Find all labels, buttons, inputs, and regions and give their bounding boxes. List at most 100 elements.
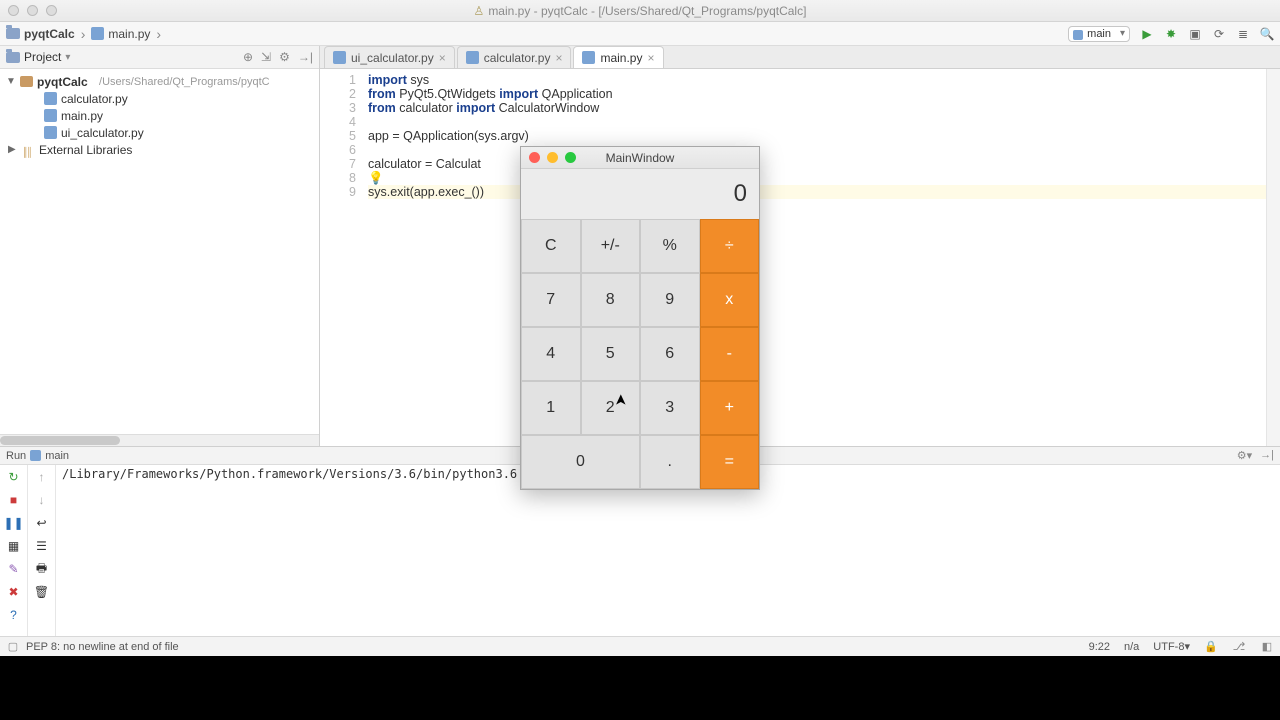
- chevron-right-icon: [79, 26, 88, 42]
- breadcrumb-file[interactable]: main.py: [91, 27, 150, 41]
- digit-2-button[interactable]: 2: [581, 381, 641, 435]
- coverage-icon[interactable]: ▣: [1188, 27, 1202, 41]
- pause-icon[interactable]: ❚❚: [6, 515, 22, 531]
- structure-icon[interactable]: ≣: [1236, 27, 1250, 41]
- python-file-icon: [333, 51, 346, 64]
- code-editor[interactable]: 1 2 3 4 5 6 7 8 9 import sys from PyQt5.…: [320, 69, 1280, 446]
- calc-titlebar[interactable]: MainWindow: [521, 147, 759, 169]
- tree-file[interactable]: ui_calculator.py: [0, 124, 319, 141]
- calc-display: 0: [521, 169, 759, 219]
- cursor-position[interactable]: 9:22: [1089, 641, 1110, 653]
- run-actions-left: ↻ ■ ❚❚ ▦ ✎ ✖ ?: [0, 465, 28, 636]
- project-tree[interactable]: ▼ pyqtCalc /Users/Shared/Qt_Programs/pyq…: [0, 69, 319, 434]
- project-folder-icon: [20, 76, 33, 87]
- encoding-select[interactable]: UTF-8▾: [1153, 640, 1190, 653]
- code-content[interactable]: import sys from PyQt5.QtWidgets import Q…: [368, 69, 1266, 446]
- run-label: Run: [6, 450, 26, 462]
- close-icon[interactable]: ×: [555, 51, 562, 65]
- hide-icon[interactable]: →|: [1260, 449, 1274, 462]
- python-file-icon: [44, 92, 57, 105]
- editor-area: ui_calculator.py × calculator.py × main.…: [320, 46, 1280, 446]
- git-icon[interactable]: ⎇: [1232, 640, 1246, 654]
- nav-bar: pyqtCalc main.py main ▶ ✸ ▣ ⟳ ≣ 🔍: [0, 22, 1280, 46]
- console-output[interactable]: /Library/Frameworks/Python.framework/Ver…: [56, 465, 1280, 636]
- vertical-scrollbar[interactable]: [1266, 69, 1280, 446]
- chevron-down-icon[interactable]: ▼: [6, 76, 16, 87]
- tree-file[interactable]: calculator.py: [0, 90, 319, 107]
- folder-icon: [6, 28, 20, 39]
- gear-icon[interactable]: ⚙: [279, 50, 290, 64]
- digit-8-button[interactable]: 8: [581, 273, 641, 327]
- python-file-icon: [466, 51, 479, 64]
- print-icon[interactable]: 🖶: [34, 561, 50, 577]
- horizontal-scrollbar[interactable]: [0, 434, 319, 446]
- rerun-icon[interactable]: ↻: [6, 469, 22, 485]
- digit-4-button[interactable]: 4: [521, 327, 581, 381]
- digit-6-button[interactable]: 6: [640, 327, 700, 381]
- python-file-icon: [44, 126, 57, 139]
- status-na[interactable]: n/a: [1124, 641, 1139, 653]
- clear-button[interactable]: C: [521, 219, 581, 273]
- search-icon[interactable]: 🔍: [1260, 27, 1274, 41]
- down-icon[interactable]: ↓: [34, 492, 50, 508]
- run-actions-right: ↑ ↓ ↩ ☰ 🖶 🗑: [28, 465, 56, 636]
- project-tool-window: Project ▾ ⊕ ⇲ ⚙ →| ▼ pyqtCalc /Users/Sha…: [0, 46, 320, 446]
- target-icon[interactable]: ⊕: [243, 50, 253, 64]
- digit-3-button[interactable]: 3: [640, 381, 700, 435]
- trash-icon[interactable]: 🗑: [34, 584, 50, 600]
- digit-1-button[interactable]: 1: [521, 381, 581, 435]
- decimal-button[interactable]: .: [640, 435, 700, 489]
- softwrap-icon[interactable]: ↩: [34, 515, 50, 531]
- digit-5-button[interactable]: 5: [581, 327, 641, 381]
- breadcrumb-project[interactable]: pyqtCalc: [6, 27, 75, 41]
- status-bar: ▢ PEP 8: no newline at end of file 9:22 …: [0, 636, 1280, 656]
- percent-button[interactable]: %: [640, 219, 700, 273]
- project-panel-title[interactable]: Project ▾: [6, 50, 70, 64]
- debug-icon[interactable]: ✸: [1164, 27, 1178, 41]
- digit-9-button[interactable]: 9: [640, 273, 700, 327]
- intention-bulb-icon[interactable]: 💡: [368, 171, 384, 185]
- equals-button[interactable]: =: [700, 435, 760, 489]
- attach-icon[interactable]: ✎: [6, 561, 22, 577]
- divide-button[interactable]: ÷: [700, 219, 760, 273]
- python-file-icon: [44, 109, 57, 122]
- python-file-icon: [91, 27, 104, 40]
- collapse-icon[interactable]: ⇲: [261, 50, 271, 64]
- lock-icon[interactable]: 🔒: [1204, 640, 1218, 654]
- digit-7-button[interactable]: 7: [521, 273, 581, 327]
- status-window-icon[interactable]: ▢: [6, 640, 20, 654]
- multiply-button[interactable]: x: [700, 273, 760, 327]
- close-icon[interactable]: ×: [647, 51, 654, 65]
- tree-root[interactable]: ▼ pyqtCalc /Users/Shared/Qt_Programs/pyq…: [0, 73, 319, 90]
- inspector-icon[interactable]: ◧: [1260, 640, 1274, 654]
- close-icon[interactable]: ×: [439, 51, 446, 65]
- project-panel-header: Project ▾ ⊕ ⇲ ⚙ →|: [0, 46, 319, 69]
- folder-icon: [6, 52, 20, 63]
- tab-calculator[interactable]: calculator.py ×: [457, 46, 572, 68]
- tree-external-libraries[interactable]: ▶ External Libraries: [0, 141, 319, 158]
- plus-button[interactable]: +: [700, 381, 760, 435]
- help-icon[interactable]: ?: [6, 607, 22, 623]
- gear-icon[interactable]: ⚙▾: [1237, 449, 1252, 462]
- run-config-select[interactable]: main: [1068, 26, 1130, 42]
- stop-icon[interactable]: ■: [6, 492, 22, 508]
- digit-0-button[interactable]: 0: [521, 435, 640, 489]
- tab-ui-calculator[interactable]: ui_calculator.py ×: [324, 46, 455, 68]
- close-icon[interactable]: ✖: [6, 584, 22, 600]
- layout-icon[interactable]: ▦: [6, 538, 22, 554]
- hide-icon[interactable]: →|: [298, 50, 313, 64]
- library-icon: [22, 144, 35, 155]
- chevron-right-icon[interactable]: ▶: [8, 144, 18, 155]
- project-path: /Users/Shared/Qt_Programs/pyqtC: [99, 76, 270, 88]
- python-file-icon: [30, 450, 41, 461]
- update-icon[interactable]: ⟳: [1212, 27, 1226, 41]
- up-icon[interactable]: ↑: [34, 469, 50, 485]
- minus-button[interactable]: -: [700, 327, 760, 381]
- negate-button[interactable]: +/-: [581, 219, 641, 273]
- run-icon[interactable]: ▶: [1140, 27, 1154, 41]
- tree-file[interactable]: main.py: [0, 107, 319, 124]
- tab-main[interactable]: main.py ×: [573, 46, 663, 68]
- calculator-window[interactable]: MainWindow 0 C +/- % ÷ 7 8 9 x 4 5 6 - 1…: [520, 146, 760, 490]
- python-file-icon: [582, 51, 595, 64]
- scroll-icon[interactable]: ☰: [34, 538, 50, 554]
